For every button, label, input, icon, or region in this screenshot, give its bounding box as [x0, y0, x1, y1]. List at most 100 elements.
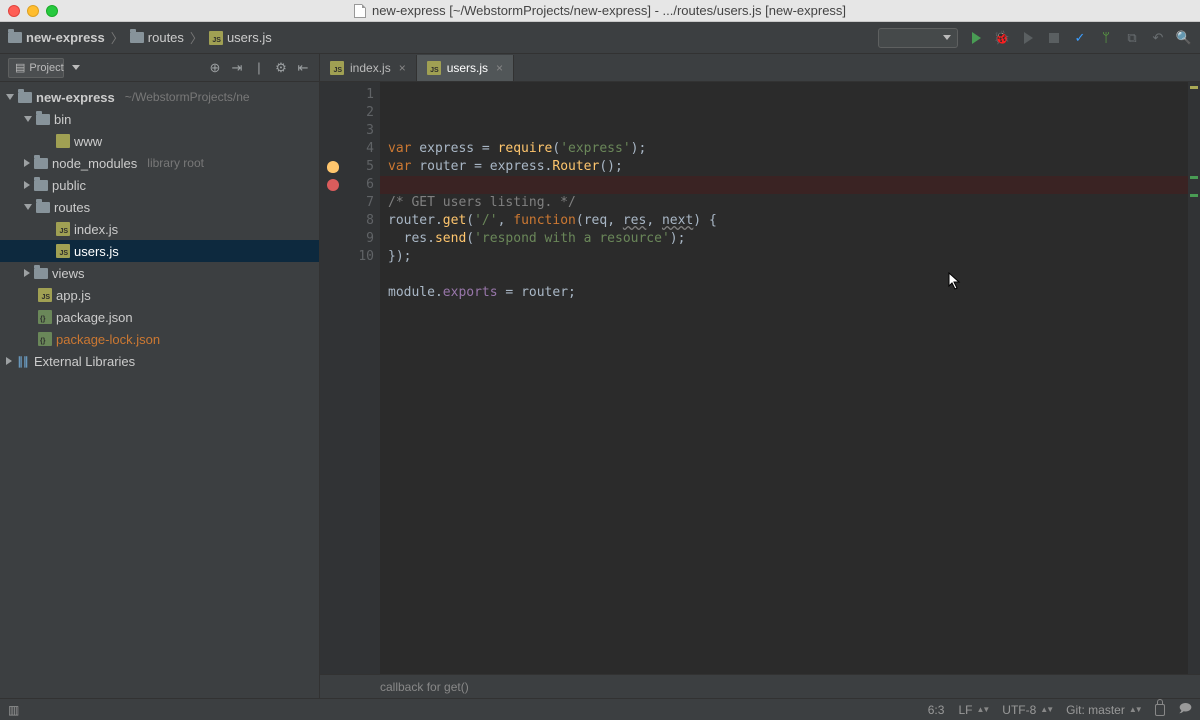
- run-button[interactable]: [968, 30, 984, 46]
- breadcrumb-project-label: new-express: [26, 30, 105, 45]
- tree-item-label: views: [52, 266, 85, 281]
- undo-button[interactable]: ↶: [1150, 30, 1166, 46]
- editor: JS index.js × JS users.js × 12345678910 var e…: [320, 54, 1200, 698]
- breadcrumb-file[interactable]: JS users.js: [209, 30, 272, 45]
- tree-item-label: bin: [54, 112, 71, 127]
- tree-item-public[interactable]: public: [0, 174, 319, 196]
- library-icon: ∥∥: [16, 354, 30, 368]
- chevron-down-icon: [6, 94, 14, 100]
- tree-item-views[interactable]: views: [0, 262, 319, 284]
- tab-label: index.js: [350, 61, 391, 75]
- tree-item-label: app.js: [56, 288, 91, 303]
- tab-index-js[interactable]: JS index.js ×: [320, 55, 417, 81]
- chevron-right-icon: [24, 181, 30, 189]
- js-file-icon: JS: [427, 61, 441, 75]
- chevron-right-icon: 〉: [190, 28, 203, 47]
- breadcrumb-file-label: users.js: [227, 30, 272, 45]
- tree-item-package-json[interactable]: {} package.json: [0, 306, 319, 328]
- git-branch[interactable]: Git: master▲▼: [1066, 703, 1141, 717]
- project-tree[interactable]: new-express ~/WebstormProjects/ne bin www…: [0, 82, 319, 698]
- project-sidebar: ▤ Project ⊕ ⇥ | ⚙ ⇤ new-express ~/Websto…: [0, 54, 320, 698]
- error-stripe[interactable]: [1188, 82, 1200, 674]
- gear-icon[interactable]: ⚙: [273, 60, 289, 76]
- close-icon[interactable]: ×: [399, 61, 406, 75]
- settings-separator: |: [251, 60, 267, 76]
- code-area[interactable]: var express = require('express'); var ro…: [380, 82, 1188, 674]
- titlebar: new-express [~/WebstormProjects/new-expr…: [0, 0, 1200, 22]
- cursor-position[interactable]: 6:3: [928, 703, 945, 717]
- folder-icon: [18, 92, 32, 103]
- search-button[interactable]: 🔍: [1176, 30, 1192, 46]
- editor-tabbar: JS index.js × JS users.js ×: [320, 54, 1200, 82]
- run-config-dropdown[interactable]: [878, 28, 958, 48]
- stop-button[interactable]: [1046, 30, 1062, 46]
- commit-button[interactable]: ⧉: [1124, 30, 1140, 46]
- tree-item-label: node_modules: [52, 156, 137, 171]
- breadcrumb-project[interactable]: new-express: [8, 30, 105, 45]
- hide-icon[interactable]: ⇤: [295, 60, 311, 76]
- collapse-icon[interactable]: ⇥: [229, 60, 245, 76]
- gutter[interactable]: 12345678910: [320, 82, 380, 674]
- tree-item-routes[interactable]: routes: [0, 196, 319, 218]
- navigation-bar: new-express 〉 routes 〉 JS users.js 🐞 ✓ ᛘ…: [0, 22, 1200, 54]
- js-file-icon: JS: [56, 222, 70, 236]
- editor-breadcrumb[interactable]: callback for get(): [320, 674, 1200, 698]
- close-icon[interactable]: [8, 5, 20, 17]
- update-button[interactable]: ✓: [1072, 30, 1088, 46]
- tab-users-js[interactable]: JS users.js ×: [417, 55, 514, 81]
- line-separator[interactable]: LF▲▼: [958, 703, 988, 717]
- notifications-icon[interactable]: 🗩: [1179, 699, 1192, 720]
- tree-item-label: users.js: [74, 244, 119, 259]
- chevron-down-icon: [24, 204, 32, 210]
- close-icon[interactable]: ×: [496, 61, 503, 75]
- tree-root-name: new-express: [36, 90, 115, 105]
- sidebar-header: ▤ Project ⊕ ⇥ | ⚙ ⇤: [0, 54, 319, 82]
- tree-item-app-js[interactable]: JSapp.js: [0, 284, 319, 306]
- folder-icon: [36, 202, 50, 213]
- file-icon: [56, 134, 70, 148]
- tab-label: users.js: [447, 61, 488, 75]
- chevron-right-icon: [6, 357, 12, 365]
- json-file-icon: {}: [38, 310, 52, 324]
- tool-windows-icon[interactable]: ▥: [8, 703, 19, 717]
- bulb-icon[interactable]: [327, 161, 339, 173]
- file-encoding[interactable]: UTF-8▲▼: [1002, 703, 1052, 717]
- coverage-button[interactable]: [1020, 30, 1036, 46]
- tree-item-index-js[interactable]: JS index.js: [0, 218, 319, 240]
- tree-item-label: index.js: [74, 222, 118, 237]
- window-title: new-express [~/WebstormProjects/new-expr…: [372, 3, 846, 18]
- tree-item-node_modules[interactable]: node_modules library root: [0, 152, 319, 174]
- readonly-toggle[interactable]: [1155, 704, 1165, 716]
- locate-icon[interactable]: ⊕: [207, 60, 223, 76]
- tree-item-meta: library root: [147, 156, 204, 170]
- window-controls: [8, 5, 58, 17]
- breadcrumb-folder-label: routes: [148, 30, 184, 45]
- folder-icon: [36, 114, 50, 125]
- editor-breadcrumb-label: callback for get(): [380, 680, 469, 694]
- tree-item-package-lock-json[interactable]: {}package-lock.json: [0, 328, 319, 350]
- line-numbers: 12345678910: [346, 82, 380, 674]
- tree-item-label: package.json: [56, 310, 133, 325]
- breadcrumb: new-express 〉 routes 〉 JS users.js: [8, 28, 272, 47]
- folder-icon: [130, 32, 144, 43]
- json-file-icon: {}: [38, 332, 52, 346]
- lock-icon: [1155, 704, 1165, 716]
- tree-item-users-js[interactable]: JSusers.js: [0, 240, 319, 262]
- project-view-dropdown[interactable]: ▤ Project: [8, 58, 64, 78]
- breakpoint-icon[interactable]: [327, 179, 339, 191]
- external-libraries[interactable]: ∥∥ External Libraries: [0, 350, 319, 372]
- tree-root[interactable]: new-express ~/WebstormProjects/ne: [0, 86, 319, 108]
- tree-item-label: routes: [54, 200, 90, 215]
- minimize-icon[interactable]: [27, 5, 39, 17]
- status-bar: ▥ 6:3 LF▲▼ UTF-8▲▼ Git: master▲▼ 🗩: [0, 698, 1200, 720]
- folder-icon: [34, 158, 48, 169]
- tree-item-bin[interactable]: bin: [0, 108, 319, 130]
- debug-button[interactable]: 🐞: [994, 30, 1010, 46]
- project-view-label: Project: [29, 62, 63, 74]
- tree-item-www[interactable]: www: [0, 130, 319, 152]
- maximize-icon[interactable]: [46, 5, 58, 17]
- js-file-icon: JS: [330, 61, 344, 75]
- breadcrumb-folder[interactable]: routes: [130, 30, 184, 45]
- vcs-button[interactable]: ᛘ: [1098, 30, 1114, 46]
- chevron-down-icon: [72, 65, 80, 70]
